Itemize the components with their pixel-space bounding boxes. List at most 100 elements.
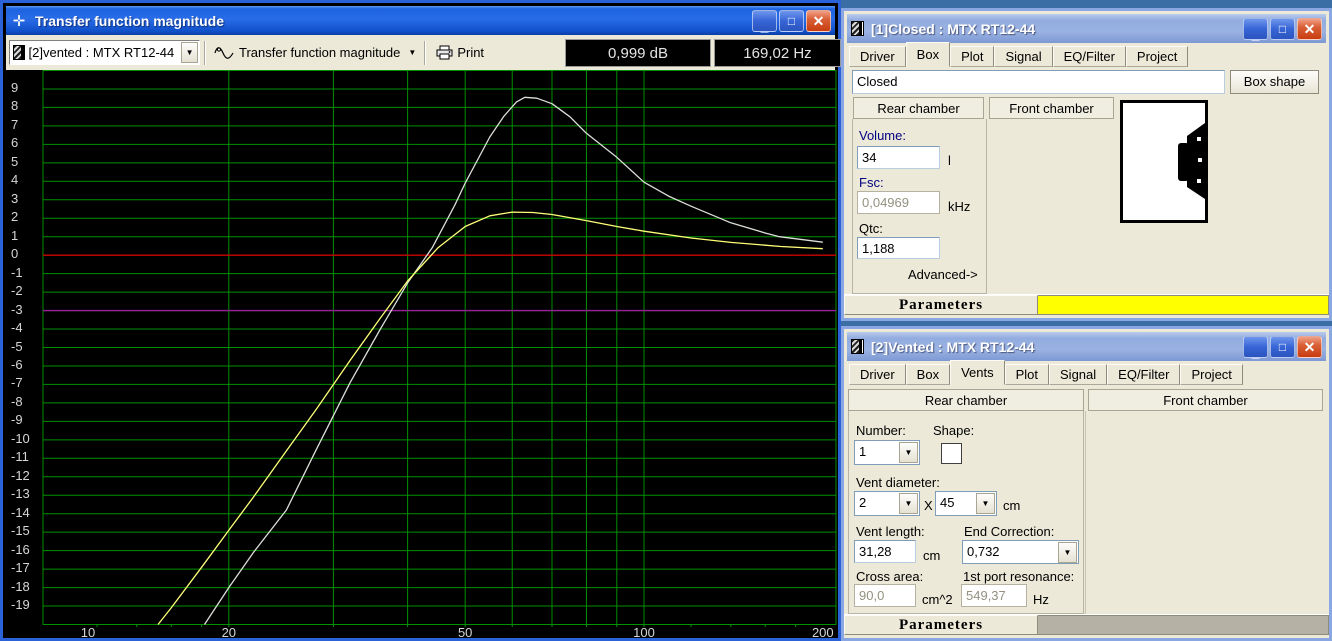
maximize-button[interactable]: □ (779, 9, 804, 32)
port-resonance-input (961, 584, 1027, 607)
tab-driver[interactable]: Driver (849, 46, 906, 67)
y-tick-label: -9 (11, 412, 23, 428)
project-icon (13, 45, 25, 60)
parameters-bar: Parameters (844, 614, 1329, 635)
close-button[interactable]: ✕ (806, 9, 831, 32)
vent-shape-label: Shape: (933, 423, 975, 438)
chevron-down-icon[interactable]: ▼ (976, 493, 995, 514)
tab-project[interactable]: Project (1125, 46, 1189, 67)
cross-area-label: Cross area: (856, 569, 924, 584)
y-tick-label: -14 (11, 504, 30, 520)
minimize-button[interactable]: _ (1243, 17, 1268, 42)
graph-type-value: Transfer function magnitude (239, 45, 401, 60)
y-tick-label: -11 (11, 449, 29, 465)
window-transfer-function: ✛ Transfer function magnitude _ □ ✕ [2]v… (0, 0, 841, 641)
x-tick-label: 50 (457, 625, 473, 640)
vent-diameter-combo-2[interactable]: 45 ▼ (935, 491, 997, 516)
cursor-frequency-readout: 169,02 Hz (714, 39, 841, 67)
end-correction-combo[interactable]: 0,732 ▼ (962, 540, 1079, 564)
window-vented-box: [2]Vented : MTX RT12-44 _ □ ✕ Driver Box V… (841, 326, 1332, 641)
end-correction-value: 0,732 (967, 544, 1000, 559)
plot-window-title: Transfer function magnitude (35, 12, 225, 29)
maximize-button[interactable]: □ (1270, 17, 1295, 40)
y-tick-label: -3 (11, 301, 23, 317)
tab-driver[interactable]: Driver (849, 364, 906, 385)
curve-vented (203, 96, 823, 625)
chevron-down-icon[interactable]: ▼ (181, 42, 198, 63)
project-selector-value: [2]vented : MTX RT12-44 (28, 45, 175, 60)
chamber-divider (1085, 411, 1086, 614)
y-tick-label: -6 (11, 356, 23, 372)
volume-input[interactable] (857, 146, 940, 169)
rear-chamber-tab[interactable]: Rear chamber (848, 389, 1084, 411)
plot-window-titlebar[interactable]: ✛ Transfer function magnitude _ □ ✕ (6, 6, 835, 35)
y-tick-label: -12 (11, 467, 30, 483)
advanced-link[interactable]: Advanced-> (908, 267, 978, 282)
qtc-input[interactable] (857, 237, 940, 259)
vent-number-combo[interactable]: 1 ▼ (854, 440, 920, 465)
y-tick-label: -15 (11, 523, 30, 539)
vent-shape-selector[interactable] (941, 443, 962, 464)
chevron-down-icon[interactable]: ▼ (408, 48, 416, 57)
tab-eq-filter[interactable]: EQ/Filter (1052, 46, 1126, 67)
vent-length-input[interactable] (854, 540, 916, 563)
y-tick-label: 6 (11, 135, 19, 151)
driver-project-icon (851, 21, 864, 36)
maximize-button[interactable]: □ (1270, 335, 1295, 358)
speaker-drawing (1178, 123, 1205, 199)
tab-project[interactable]: Project (1180, 364, 1243, 385)
y-tick-label: -18 (11, 578, 30, 594)
chevron-down-icon[interactable]: ▼ (899, 493, 918, 514)
rear-chamber-tab[interactable]: Rear chamber (853, 97, 984, 119)
fsc-input (857, 191, 940, 214)
y-tick-label: 1 (11, 227, 19, 243)
box-type-field[interactable]: Closed (852, 70, 1225, 94)
tab-vents[interactable]: Vents (950, 360, 1005, 385)
graph-type-selector[interactable]: Transfer function magnitude ▼ (210, 40, 420, 65)
vent-number-label: Number: (856, 423, 906, 438)
port-resonance-label: 1st port resonance: (963, 569, 1075, 584)
y-tick-label: -17 (11, 560, 30, 576)
y-tick-label: -4 (11, 320, 23, 336)
tab-box[interactable]: Box (905, 364, 951, 385)
y-tick-label: -16 (11, 541, 30, 557)
fsc-unit: kHz (948, 199, 971, 214)
tab-signal[interactable]: Signal (1049, 364, 1108, 385)
window-closed-box: [1]Closed : MTX RT12-44 _ □ ✕ Driver Box P… (841, 8, 1332, 321)
chevron-down-icon[interactable]: ▼ (1058, 542, 1077, 563)
tab-eq-filter[interactable]: EQ/Filter (1107, 364, 1181, 385)
parameters-button[interactable]: Parameters (844, 615, 1038, 635)
parameters-button[interactable]: Parameters (844, 295, 1038, 315)
transfer-function-chart[interactable] (41, 69, 839, 627)
close-button[interactable]: ✕ (1297, 335, 1322, 358)
cross-area-input (854, 584, 916, 607)
front-chamber-tab[interactable]: Front chamber (989, 97, 1114, 119)
driver-project-icon (851, 339, 864, 354)
tab-plot[interactable]: Plot (1004, 364, 1050, 385)
vent-diameter-combo-1[interactable]: 2 ▼ (854, 491, 920, 516)
qtc-label: Qtc: (859, 221, 883, 236)
box-shape-button[interactable]: Box shape (1230, 70, 1319, 94)
vent-diameter-2-value: 45 (940, 495, 955, 510)
port-resonance-unit: Hz (1033, 592, 1049, 607)
minimize-button[interactable]: _ (1243, 335, 1268, 360)
plot-toolbar: [2]vented : MTX RT12-44 ▼ Transfer funct… (6, 35, 841, 70)
closed-window-titlebar[interactable]: [1]Closed : MTX RT12-44 _ □ ✕ (847, 14, 1326, 43)
tab-box[interactable]: Box (905, 42, 951, 67)
desktop: ✛ Transfer function magnitude _ □ ✕ [2]v… (0, 0, 1332, 641)
minimize-button[interactable]: _ (752, 9, 777, 34)
y-tick-label: 5 (11, 153, 19, 169)
y-tick-label: 7 (11, 116, 19, 132)
print-label: Print (457, 45, 485, 60)
tab-plot[interactable]: Plot (950, 46, 995, 67)
print-button[interactable]: Print (430, 40, 490, 65)
project-selector[interactable]: [2]vented : MTX RT12-44 ▼ (9, 40, 200, 65)
parameters-progress-strip (1038, 615, 1329, 635)
chevron-down-icon[interactable]: ▼ (899, 442, 918, 463)
closed-window-title: [1]Closed : MTX RT12-44 (871, 20, 1036, 37)
close-button[interactable]: ✕ (1297, 17, 1322, 40)
front-chamber-tab[interactable]: Front chamber (1088, 389, 1323, 411)
tab-signal[interactable]: Signal (994, 46, 1053, 67)
vented-window-titlebar[interactable]: [2]Vented : MTX RT12-44 _ □ ✕ (847, 332, 1326, 361)
y-tick-label: 3 (11, 190, 19, 206)
